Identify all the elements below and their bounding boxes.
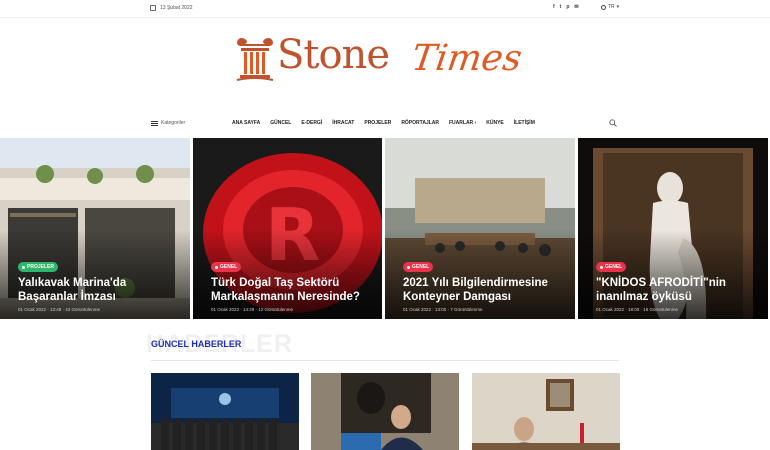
facebook-icon[interactable]: f [553,4,555,10]
nav-item-kunye[interactable]: KÜNYE [486,120,504,126]
hero-card[interactable]: R GENEL Türk Doğal Taş Sektörü Markalaşm… [193,138,382,319]
badge-label: GENEL [605,264,623,270]
badge-label: GENEL [412,264,430,270]
main-navigation: Kategoriler ANA SAYFA GÜNCEL E-DERGİ İHR… [0,112,770,136]
hero-overlay [385,229,575,319]
language-label: TR [608,4,615,10]
hero-meta: 01 Ocak 2022 · 13:00 · 7 Görüntülenme [403,307,483,312]
nav-item-ana-sayfa[interactable]: ANA SAYFA [232,120,260,126]
hero-title[interactable]: "KNİDOS AFRODİTİ"nin inanılmaz öyküsü [596,276,754,304]
logo-text-times: Times [409,38,525,79]
pillar-icon [236,38,274,81]
badge-label: PROJELER [27,264,54,270]
nav-item-ihracat[interactable]: İHRACAT [332,120,354,126]
site-logo[interactable]: Stone Times [235,30,535,90]
category-badge[interactable]: GENEL [403,262,434,272]
dot-icon [22,265,25,269]
hamburger-icon [151,120,158,126]
nav-item-projeler[interactable]: PROJELER [364,120,391,126]
top-bar: 13 Şubat 2022 f t p ✉ TR ▾ [0,0,770,18]
hero-overlay [0,229,190,319]
section-divider [151,360,619,361]
hero-meta: 01 Ocak 2022 · 13:29 · 12 Görüntülenme [211,307,294,312]
chevron-down-icon: › [474,120,477,126]
nav-item-e-dergi[interactable]: E-DERGİ [301,120,322,126]
categories-button[interactable]: Kategoriler [151,120,185,126]
hero-meta: 01 Ocak 2022 · 18:00 · 18 Görüntülenme [596,307,679,312]
search-icon[interactable] [609,119,617,127]
menu-bar: ANA SAYFA GÜNCEL E-DERGİ İHRACAT PROJELE… [232,120,535,126]
email-icon[interactable]: ✉ [574,4,578,10]
hero-title[interactable]: Yalıkavak Marina'da Başaranlar İmzası [18,276,176,304]
dot-icon [407,265,410,269]
date-text: 13 Şubat 2022 [160,5,193,11]
hero-title[interactable]: Türk Doğal Taş Sektörü Markalaşmanın Ner… [211,276,368,304]
twitter-icon[interactable]: t [560,4,562,10]
news-thumbnail[interactable] [151,373,299,450]
chevron-down-icon: ▾ [616,4,620,10]
date-display: 13 Şubat 2022 [150,5,193,11]
hero-overlay [578,229,768,319]
badge-label: GENEL [220,264,238,270]
globe-icon [601,4,606,10]
language-selector[interactable]: TR ▾ [601,4,619,10]
categories-label: Kategoriler [161,120,186,126]
hero-card[interactable]: PROJELER Yalıkavak Marina'da Başaranlar … [0,138,190,319]
dot-icon [600,265,603,269]
hero-meta: 01 Ocak 2022 · 13:48 · 43 Görüntülenme [18,307,101,312]
category-badge[interactable]: PROJELER [18,262,58,272]
nav-item-roportajlar[interactable]: RÖPORTAJLAR [401,120,439,126]
nav-item-fuarlar[interactable]: FUARLAR › [449,120,476,126]
nav-item-fuarlar-label: FUARLAR [449,120,474,126]
calendar-icon [150,5,156,11]
category-badge[interactable]: GENEL [211,262,242,272]
dot-icon [215,265,218,269]
logo-text-stone: Stone [277,32,390,78]
pinterest-icon[interactable]: p [566,4,569,10]
section-title: GÜNCEL HABERLER [151,339,242,349]
hero-card[interactable]: GENEL 2021 Yılı Bilgilendirmesine Kontey… [385,138,575,319]
hero-overlay [193,229,382,319]
nav-item-iletisim[interactable]: İLETİŞİM [514,120,535,126]
news-thumbnail[interactable] [472,373,620,450]
news-thumbnail[interactable] [311,373,459,450]
social-links: f t p ✉ [553,4,579,10]
category-badge[interactable]: GENEL [596,262,627,272]
hero-title[interactable]: 2021 Yılı Bilgilendirmesine Konteyner Da… [403,276,561,304]
nav-item-guncel[interactable]: GÜNCEL [270,120,291,126]
hero-card[interactable]: GENEL "KNİDOS AFRODİTİ"nin inanılmaz öyk… [578,138,768,319]
